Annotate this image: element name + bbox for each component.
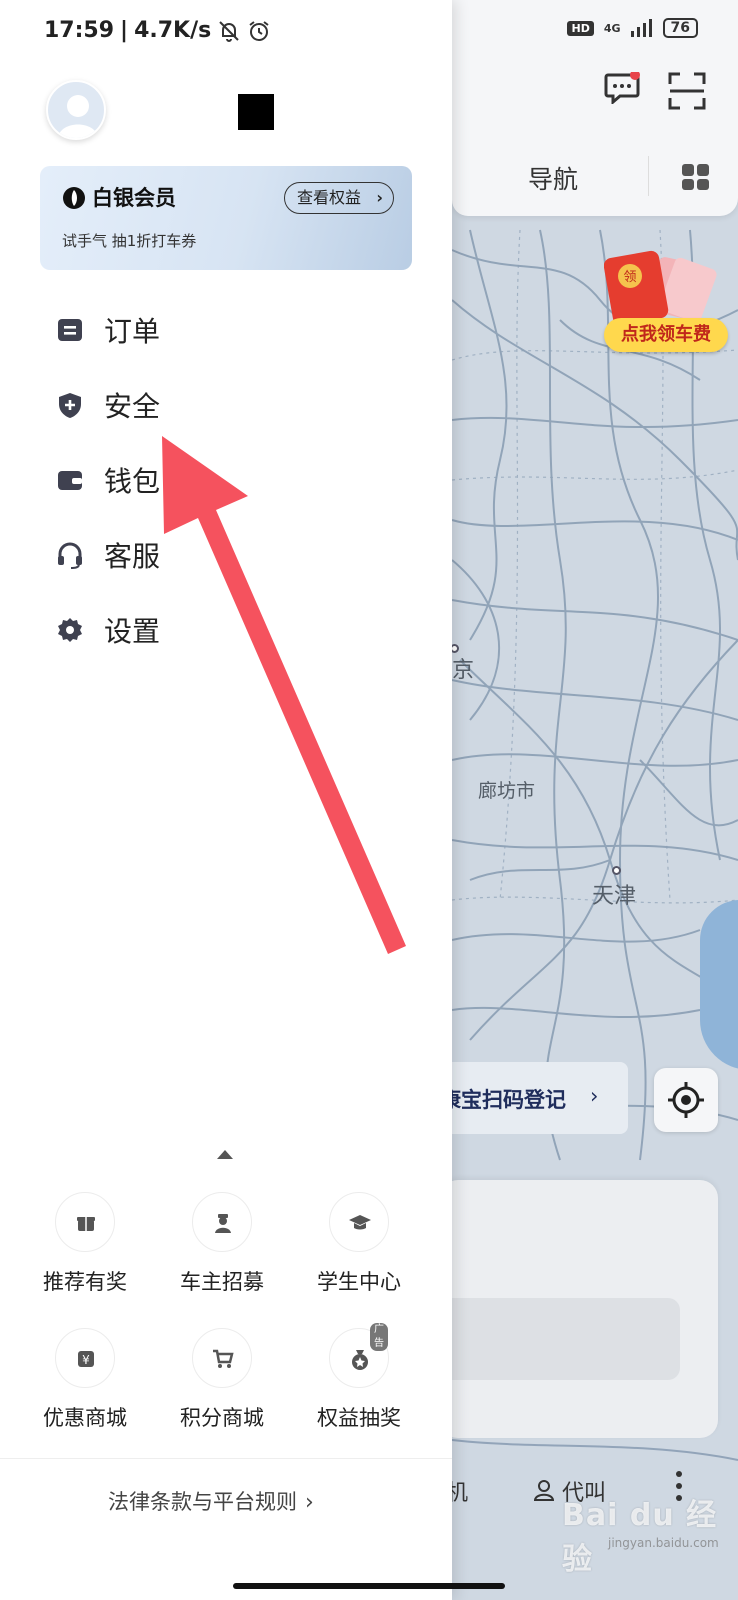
collapse-caret-icon[interactable] (217, 1150, 233, 1159)
network-type: 4G (603, 21, 621, 35)
cart-icon (213, 1349, 234, 1368)
promo-coin-text: 领 (623, 270, 636, 285)
message-icon[interactable] (604, 72, 640, 104)
chevron-right-icon: › (305, 1490, 314, 1515)
ad-badge: 广告 (370, 1323, 388, 1351)
view-benefits-label: 查看权益 (297, 188, 362, 207)
promo-red-packet[interactable]: 领 点我领车费 (604, 250, 728, 360)
menu-label: 客服 (104, 540, 161, 573)
menu-label: 设置 (104, 615, 161, 648)
service-icon-circle (192, 1328, 252, 1388)
menu-item-customer-service[interactable]: 客服 (56, 525, 416, 585)
menu-item-wallet[interactable]: 钱包 (56, 450, 416, 510)
service-icon-circle (329, 1192, 389, 1252)
map-tabs: 导航 (452, 150, 738, 208)
service-points-mall[interactable]: 积分商城 (161, 1328, 281, 1448)
driver-icon (215, 1214, 231, 1233)
city-marker (612, 866, 621, 875)
graduation-cap-icon (349, 1215, 371, 1230)
username-redacted[interactable] (238, 94, 274, 130)
menu-item-orders[interactable]: 订单 (56, 300, 416, 360)
service-label: 学生中心 (317, 1270, 401, 1294)
default-user-icon (58, 95, 98, 138)
alarm-icon (249, 20, 269, 41)
network-speed: 4.7K/s (134, 18, 212, 43)
status-bar-right: HD 4G 76 (567, 18, 698, 38)
menu-label: 安全 (104, 390, 161, 423)
membership-logo-icon (63, 187, 85, 209)
service-label: 权益抽奖 (317, 1406, 401, 1430)
view-benefits-button[interactable]: 查看权益 › (284, 182, 394, 214)
city-label-langfang: 廊坊市 (478, 780, 536, 802)
prize-bag-icon (352, 1350, 368, 1370)
wallet-icon (58, 471, 82, 490)
tab-divider (648, 156, 649, 196)
signal-icon (630, 19, 652, 37)
crosshair-icon (668, 1082, 704, 1118)
grid-menu-icon[interactable] (682, 164, 709, 190)
sea-area (700, 900, 738, 1070)
service-icon-circle: 广告 (329, 1323, 389, 1388)
service-discount-mall[interactable]: ¥ 优惠商城 (24, 1328, 144, 1448)
promo-label: 点我领车费 (604, 318, 728, 352)
tab-navigation[interactable]: 导航 (528, 160, 578, 196)
menu-item-security[interactable]: 安全 (56, 375, 416, 435)
legal-terms-label: 法律条款与平台规则 (108, 1490, 297, 1514)
status-divider: | (120, 18, 129, 43)
service-label: 积分商城 (180, 1406, 264, 1430)
chevron-right-icon: › (376, 188, 383, 207)
yen-bag-icon: ¥ (78, 1351, 94, 1367)
membership-title: 白银会员 (92, 186, 176, 210)
service-student-center[interactable]: 学生中心 (298, 1192, 418, 1312)
service-icon-circle (192, 1192, 252, 1252)
status-bar-left: 17:59 | 4.7K/s (44, 18, 271, 43)
service-label: 推荐有奖 (43, 1270, 127, 1294)
headset-icon (58, 542, 82, 569)
service-driver-recruit[interactable]: 车主招募 (161, 1192, 281, 1312)
menu-item-settings[interactable]: 设置 (56, 600, 416, 660)
chevron-right-icon: › (590, 1084, 599, 1108)
shield-plus-icon (59, 393, 81, 418)
locate-button[interactable] (654, 1068, 718, 1132)
divider (0, 1458, 452, 1459)
home-indicator[interactable] (233, 1583, 505, 1589)
watermark-url: jingyan.baidu.com (608, 1536, 719, 1550)
gift-icon (77, 1217, 95, 1231)
service-label: 优惠商城 (43, 1406, 127, 1430)
legal-terms-link[interactable]: 法律条款与平台规则 › (108, 1486, 314, 1516)
scan-register-banner[interactable]: 康宝扫码登记 › (440, 1062, 628, 1134)
scan-banner-text: 康宝扫码登记 (440, 1088, 566, 1112)
service-icon-circle (55, 1192, 115, 1252)
gear-icon (58, 618, 82, 642)
menu-label: 订单 (104, 315, 161, 348)
service-benefit-lottery[interactable]: 广告 权益抽奖 (298, 1323, 418, 1448)
membership-subtitle: 试手气 抽1折打车券 (62, 232, 197, 250)
baidu-watermark: Bai du 经验 (562, 1498, 718, 1577)
svg-text:¥: ¥ (82, 1353, 90, 1367)
avatar[interactable] (46, 80, 106, 140)
side-drawer: 17:59 | 4.7K/s 白银会员 查看权益 › 试手气 抽1折打车券 订单 (0, 0, 452, 1600)
service-label: 车主招募 (180, 1270, 264, 1294)
membership-card[interactable]: 白银会员 查看权益 › 试手气 抽1折打车券 (40, 166, 412, 270)
menu-label: 钱包 (104, 465, 161, 498)
mute-bell-icon (219, 20, 239, 42)
battery-indicator: 76 (662, 18, 698, 38)
user-icon (534, 1480, 554, 1501)
scan-icon[interactable] (668, 72, 706, 110)
destination-input[interactable] (440, 1298, 680, 1380)
service-icon-circle: ¥ (55, 1328, 115, 1388)
city-label-beijing: 京 (452, 658, 475, 683)
bottom-booking-card (440, 1180, 718, 1438)
status-time: 17:59 (44, 18, 115, 43)
hd-badge: HD (567, 20, 594, 36)
service-referral[interactable]: 推荐有奖 (24, 1192, 144, 1312)
order-icon (58, 319, 82, 341)
city-label-tianjin: 天津 (592, 884, 637, 909)
